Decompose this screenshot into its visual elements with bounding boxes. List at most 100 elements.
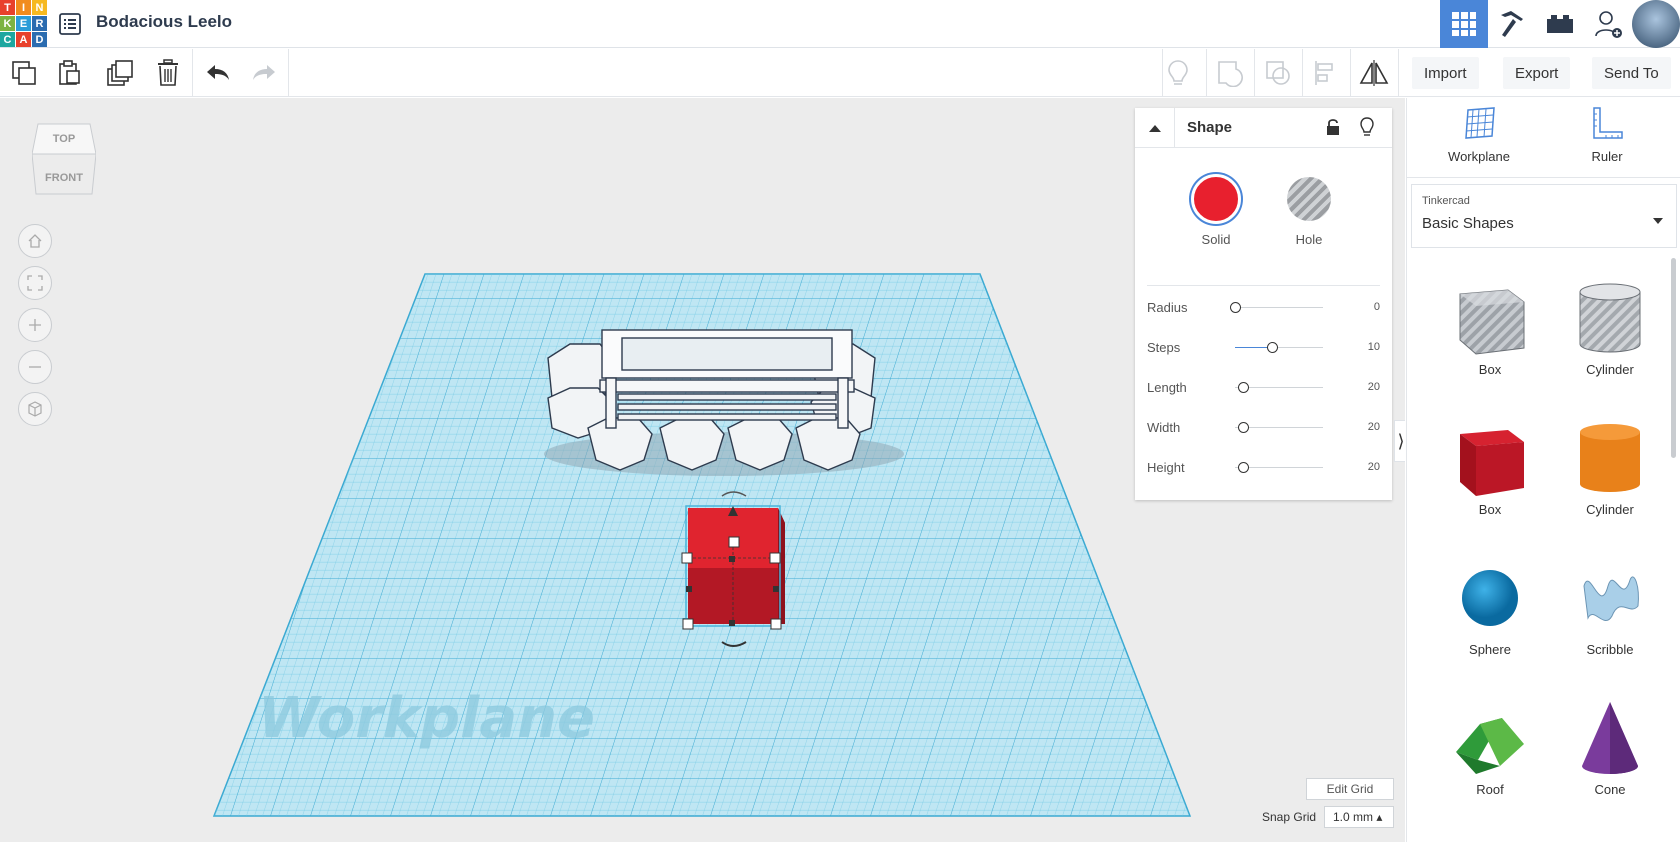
fit-view-icon[interactable]: [18, 266, 52, 300]
zoom-out-icon[interactable]: [18, 350, 52, 384]
top-bar: TIN KER CAD Bodacious Leelo: [0, 0, 1680, 48]
logo-letter: D: [32, 32, 47, 47]
duplicate-icon[interactable]: [96, 49, 144, 97]
zoom-in-icon[interactable]: [18, 308, 52, 342]
shape-label: Scribble: [1586, 642, 1634, 657]
workplane-tool-label: Workplane: [1448, 149, 1510, 164]
slider-track[interactable]: [1235, 307, 1323, 308]
chevron-down-icon[interactable]: [1652, 212, 1664, 230]
slider-knob[interactable]: [1238, 462, 1249, 473]
logo-letter: T: [0, 0, 15, 15]
shape-label: Cylinder: [1586, 362, 1634, 377]
view-cube-top[interactable]: TOP: [32, 133, 96, 145]
box-red-icon: [1460, 430, 1524, 496]
solid-label: Solid: [1201, 232, 1231, 247]
shape-cylinder-hole[interactable]: Cylinder: [1555, 264, 1665, 404]
prop-steps[interactable]: Steps 10: [1147, 338, 1380, 358]
shape-roof[interactable]: Roof: [1435, 684, 1545, 824]
prop-label: Steps: [1147, 340, 1181, 355]
selected-red-box[interactable]: [681, 491, 785, 647]
perspective-cube-icon[interactable]: [18, 392, 52, 426]
shape-library-select[interactable]: Tinkercad Basic Shapes: [1411, 184, 1677, 248]
ruler-tool-label: Ruler: [1591, 149, 1623, 164]
ungroup-icon[interactable]: [1254, 49, 1302, 97]
undo-icon[interactable]: [194, 49, 242, 97]
view-cube-front[interactable]: FRONT: [32, 172, 96, 184]
prop-value: 10: [1367, 341, 1380, 353]
user-avatar[interactable]: [1632, 0, 1680, 48]
redo-icon[interactable]: [240, 49, 288, 97]
prop-value: 20: [1367, 421, 1380, 433]
shape-label: Box: [1478, 362, 1502, 377]
collapse-panel-icon[interactable]: [1135, 108, 1175, 148]
slider-knob[interactable]: [1238, 382, 1249, 393]
copy-icon[interactable]: [0, 49, 48, 97]
library-name: Basic Shapes: [1422, 215, 1514, 232]
sidebar-scrollbar[interactable]: [1671, 258, 1676, 458]
export-button[interactable]: Export: [1503, 57, 1571, 89]
expand-panel-chevron[interactable]: ⟩: [1394, 420, 1405, 462]
ruler-icon: [1593, 107, 1623, 139]
send-to-button[interactable]: Send To: [1592, 57, 1671, 89]
hexagon-structure: [547, 329, 876, 471]
prop-length[interactable]: Length 20: [1147, 378, 1380, 398]
import-button[interactable]: Import: [1412, 57, 1479, 89]
hole-swatch[interactable]: [1287, 177, 1331, 221]
home-view-icon[interactable]: [18, 224, 52, 258]
view-cube[interactable]: TOP FRONT: [31, 122, 97, 196]
prop-label: Length: [1147, 380, 1187, 395]
shape-box-hole[interactable]: Box: [1435, 264, 1545, 404]
minecraft-pickaxe-icon[interactable]: [1488, 0, 1536, 48]
logo-letter: I: [16, 0, 31, 15]
shape-label: Box: [1478, 502, 1502, 517]
tinkercad-logo[interactable]: TIN KER CAD: [0, 0, 47, 47]
hole-label: Hole: [1295, 232, 1323, 247]
shapes-sidebar: Workplane Ruler Tinkercad Basic Shapes B…: [1406, 98, 1680, 842]
group-icon[interactable]: [1206, 49, 1254, 97]
prop-label: Radius: [1147, 300, 1188, 315]
lego-brick-icon[interactable]: [1536, 0, 1584, 48]
workplane-tool[interactable]: Workplane: [1429, 106, 1529, 164]
snap-grid-label: Snap Grid: [1262, 810, 1317, 824]
slider-knob[interactable]: [1266, 342, 1278, 353]
solid-color-swatch[interactable]: [1191, 174, 1241, 224]
design-list-icon[interactable]: [58, 12, 82, 36]
logo-letter: A: [16, 32, 31, 47]
prop-label: Height: [1147, 460, 1185, 475]
cylinder-orange-icon: [1580, 424, 1640, 492]
edit-grid-button[interactable]: Edit Grid: [1306, 778, 1394, 800]
3d-design-grid-icon[interactable]: [1440, 0, 1488, 48]
prop-width[interactable]: Width 20: [1147, 418, 1380, 438]
snap-grid-select[interactable]: 1.0 mm ▴: [1324, 806, 1394, 828]
align-icon[interactable]: [1302, 49, 1350, 97]
shape-panel-title: Shape: [1187, 119, 1233, 136]
slider-knob[interactable]: [1230, 302, 1241, 313]
lock-icon[interactable]: [1325, 118, 1341, 141]
ruler-tool[interactable]: Ruler: [1557, 106, 1657, 164]
prop-value: 20: [1367, 461, 1380, 473]
shape-label: Roof: [1476, 782, 1504, 797]
notes-lightbulb-icon[interactable]: [1154, 49, 1202, 97]
logo-letter: K: [0, 16, 15, 31]
mirror-icon[interactable]: [1350, 49, 1398, 97]
prop-height[interactable]: Height 20: [1147, 458, 1380, 478]
3d-viewport[interactable]: Workplane TOP FRONT Shape Solid Hole Rad…: [0, 98, 1405, 842]
shape-box-red[interactable]: Box: [1435, 404, 1545, 544]
shape-cone[interactable]: Cone: [1555, 684, 1665, 824]
shape-scribble[interactable]: Scribble: [1555, 544, 1665, 684]
slider-knob[interactable]: [1238, 422, 1249, 433]
logo-letter: C: [0, 32, 15, 47]
delete-icon[interactable]: [144, 49, 192, 97]
project-title[interactable]: Bodacious Leelo: [96, 12, 232, 32]
shape-inspector: Shape Solid Hole Radius 0 Steps 10 Length 20 W…: [1135, 108, 1392, 500]
shape-sphere[interactable]: Sphere: [1435, 544, 1545, 684]
add-user-icon[interactable]: [1584, 0, 1632, 48]
logo-letter: R: [32, 16, 47, 31]
logo-letter: N: [32, 0, 47, 15]
shape-cylinder-orange[interactable]: Cylinder: [1555, 404, 1665, 544]
cylinder-hole-icon: [1579, 283, 1641, 353]
paste-icon[interactable]: [46, 49, 94, 97]
prop-radius[interactable]: Radius 0: [1147, 298, 1380, 318]
hide-lightbulb-icon[interactable]: [1359, 117, 1375, 142]
prop-label: Width: [1147, 420, 1181, 435]
